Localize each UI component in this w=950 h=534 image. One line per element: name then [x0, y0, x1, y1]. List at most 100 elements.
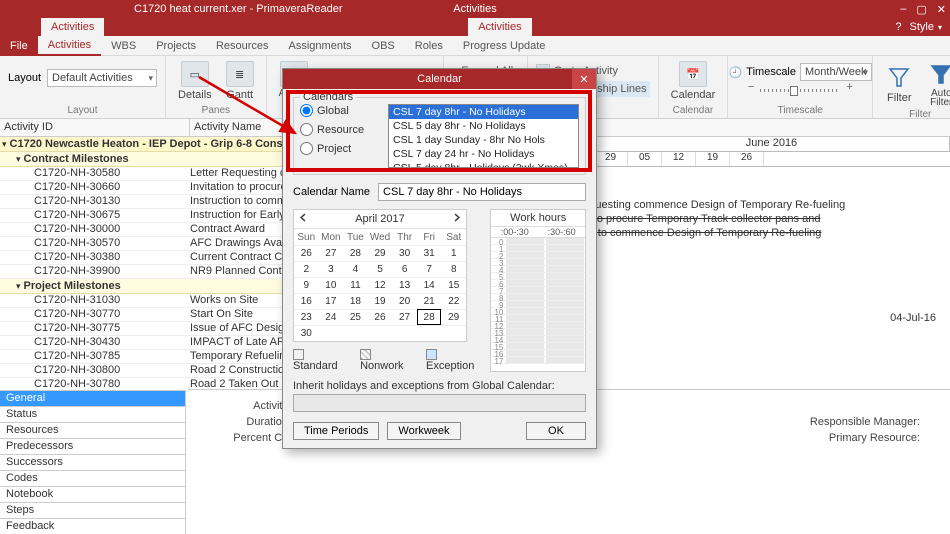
help-icon[interactable]: ? — [895, 21, 901, 33]
detail-primres-label: Primary Resource: — [829, 432, 920, 444]
calendar-day[interactable]: 31 — [417, 245, 442, 261]
calendar-day[interactable]: 15 — [441, 277, 466, 293]
gantt-button[interactable]: ≣Gantt — [222, 59, 258, 103]
tab-resources[interactable]: Resources — [206, 36, 279, 56]
group-layout: Layout — [68, 105, 98, 116]
zoom-out-icon[interactable]: − — [748, 81, 754, 93]
calendar-day[interactable]: 30 — [392, 245, 417, 261]
detail-tab-codes[interactable]: Codes — [0, 470, 185, 486]
calendar-day[interactable] — [392, 325, 417, 341]
calendar-day[interactable]: 1 — [441, 245, 466, 261]
calendar-day[interactable]: 29 — [368, 245, 393, 261]
month-next-button[interactable] — [451, 212, 462, 226]
calendar-day[interactable]: 12 — [368, 277, 393, 293]
timescale-combo[interactable]: Month/Week — [800, 63, 872, 81]
context-tab-activities-right[interactable]: Activities — [468, 18, 531, 36]
tab-activities[interactable]: Activities — [38, 36, 101, 56]
main-tabs: File Activities WBS Projects Resources A… — [0, 36, 950, 56]
calendar-day[interactable]: 10 — [319, 277, 344, 293]
filter-button[interactable]: Filter — [881, 62, 917, 106]
close-icon[interactable]: ✕ — [937, 3, 946, 16]
workweek-button[interactable]: Workweek — [387, 422, 460, 440]
calendar-day[interactable]: 18 — [343, 293, 368, 309]
inherit-field — [293, 394, 586, 412]
layout-label: Layout — [8, 72, 41, 84]
calendar-day[interactable]: 26 — [294, 245, 319, 261]
calendar-button[interactable]: 📅Calendar — [667, 59, 720, 103]
calendar-day[interactable]: 4 — [343, 261, 368, 277]
calendar-list-item[interactable]: CSL 7 day 24 hr - No Holidays — [389, 147, 578, 161]
calendar-day[interactable] — [319, 325, 344, 341]
calendar-day[interactable]: 24 — [319, 309, 344, 325]
calendar-day[interactable]: 25 — [343, 309, 368, 325]
calendar-day[interactable]: 5 — [368, 261, 393, 277]
calendar-list[interactable]: CSL 7 day 8hr - No HolidaysCSL 5 day 8hr… — [388, 104, 579, 168]
calendar-list-item[interactable]: CSL 5 day 8hr - Holidays (2wk Xmas) — [389, 161, 578, 168]
calendar-day[interactable]: 14 — [417, 277, 442, 293]
calendar-day[interactable]: 2 — [294, 261, 319, 277]
calendar-day[interactable] — [368, 325, 393, 341]
minimize-icon[interactable]: – — [900, 3, 906, 16]
tab-assignments[interactable]: Assignments — [279, 36, 362, 56]
calendar-day[interactable] — [441, 325, 466, 341]
calendar-day[interactable]: 9 — [294, 277, 319, 293]
detail-tab-notebook[interactable]: Notebook — [0, 486, 185, 502]
calendar-day[interactable]: 26 — [368, 309, 393, 325]
detail-tab-feedback[interactable]: Feedback — [0, 518, 185, 534]
calendar-day[interactable]: 30 — [294, 325, 319, 341]
tab-obs[interactable]: OBS — [362, 36, 405, 56]
zoom-in-icon[interactable]: + — [846, 81, 852, 93]
layout-combo[interactable]: Default Activities — [47, 69, 157, 87]
detail-tab-successors[interactable]: Successors — [0, 454, 185, 470]
tab-progress-update[interactable]: Progress Update — [453, 36, 556, 56]
calendar-list-item[interactable]: CSL 5 day 8hr - No Holidays — [389, 119, 578, 133]
calendar-day[interactable] — [417, 325, 442, 341]
inherit-section: Inherit holidays and exceptions from Glo… — [293, 380, 586, 412]
calendar-day[interactable]: 16 — [294, 293, 319, 309]
detail-tab-steps[interactable]: Steps — [0, 502, 185, 518]
tab-roles[interactable]: Roles — [405, 36, 453, 56]
calendar-day[interactable] — [343, 325, 368, 341]
calendar-day[interactable]: 19 — [368, 293, 393, 309]
calendar-day[interactable]: 29 — [441, 309, 466, 325]
tab-projects[interactable]: Projects — [146, 36, 206, 56]
calendar-list-item[interactable]: CSL 1 day Sunday - 8hr No Hols — [389, 133, 578, 147]
dialog-title-bar[interactable]: Calendar ✕ — [283, 69, 596, 89]
context-tab-activities[interactable]: Activities — [41, 18, 104, 36]
time-periods-button[interactable]: Time Periods — [293, 422, 379, 440]
tab-file[interactable]: File — [0, 36, 38, 56]
details-button[interactable]: ▭Details — [174, 59, 216, 103]
detail-tab-resources[interactable]: Resources — [0, 422, 185, 438]
calendar-day[interactable]: 27 — [392, 309, 417, 325]
calendar-day[interactable]: 17 — [319, 293, 344, 309]
detail-tab-general[interactable]: General — [0, 390, 185, 406]
calendar-day[interactable]: 3 — [319, 261, 344, 277]
calendar-day[interactable]: 7 — [417, 261, 442, 277]
calendar-day[interactable]: 20 — [392, 293, 417, 309]
timescale-slider[interactable] — [760, 89, 840, 92]
ok-button[interactable]: OK — [526, 422, 586, 440]
tab-wbs[interactable]: WBS — [101, 36, 146, 56]
detail-tab-predecessors[interactable]: Predecessors — [0, 438, 185, 454]
calendar-day[interactable]: 27 — [319, 245, 344, 261]
calendar-day[interactable]: 28 — [343, 245, 368, 261]
month-prev-button[interactable] — [298, 212, 309, 226]
calendar-day[interactable]: 21 — [417, 293, 442, 309]
calendar-day[interactable]: 6 — [392, 261, 417, 277]
calendar-list-item[interactable]: CSL 7 day 8hr - No Holidays — [389, 105, 578, 119]
work-hours-title: Work hours — [491, 210, 585, 227]
calendar-day[interactable]: 23 — [294, 309, 319, 325]
group-timescale: Timescale — [778, 105, 823, 116]
calendar-day[interactable]: 28 — [417, 309, 442, 325]
calendar-day[interactable]: 13 — [392, 277, 417, 293]
month-calendar[interactable]: April 2017 SunMonTueWedThrFriSat 2627282… — [293, 209, 467, 342]
dialog-close-button[interactable]: ✕ — [572, 69, 596, 89]
calendar-day[interactable]: 8 — [441, 261, 466, 277]
maximize-icon[interactable]: ▢ — [916, 3, 926, 16]
col-activity-id[interactable]: Activity ID — [0, 119, 190, 136]
style-button[interactable]: Style▾ — [910, 21, 942, 33]
detail-tab-status[interactable]: Status — [0, 406, 185, 422]
calendar-day[interactable]: 11 — [343, 277, 368, 293]
calendar-day[interactable]: 22 — [441, 293, 466, 309]
auto-filter-button[interactable]: AutoFilter — [923, 59, 950, 109]
